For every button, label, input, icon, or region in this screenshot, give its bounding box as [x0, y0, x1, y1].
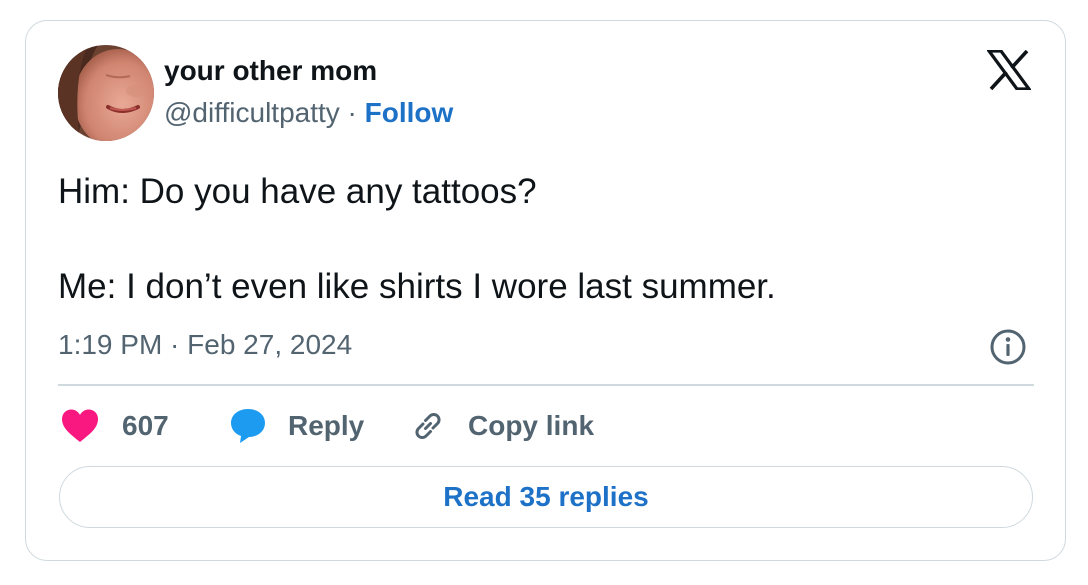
heart-icon	[60, 408, 100, 444]
tweet-text-line: Him: Do you have any tattoos?	[58, 172, 537, 211]
info-icon[interactable]	[988, 327, 1028, 367]
handle[interactable]: @difficultpatty	[164, 97, 340, 128]
reply-button[interactable]: Reply	[228, 404, 364, 448]
x-logo-icon[interactable]	[985, 49, 1033, 91]
follow-button[interactable]: Follow	[365, 97, 454, 128]
copy-link-button[interactable]: Copy link	[410, 404, 594, 448]
link-icon	[410, 408, 446, 444]
like-button[interactable]: 607	[60, 404, 169, 448]
handle-row: @difficultpatty · Follow	[164, 96, 453, 130]
tweet-text-line: Me: I don’t even like shirts I wore last…	[58, 267, 776, 306]
display-name[interactable]: your other mom	[164, 54, 377, 88]
like-count: 607	[122, 410, 169, 441]
timestamp[interactable]: 1:19 PM · Feb 27, 2024	[58, 327, 352, 363]
copy-link-label: Copy link	[468, 410, 595, 441]
speech-bubble-icon	[228, 407, 268, 445]
read-replies-button[interactable]: Read 35 replies	[59, 466, 1033, 528]
avatar[interactable]	[58, 45, 154, 141]
reply-label: Reply	[288, 410, 365, 441]
separator: ·	[339, 97, 365, 128]
divider	[58, 384, 1034, 386]
